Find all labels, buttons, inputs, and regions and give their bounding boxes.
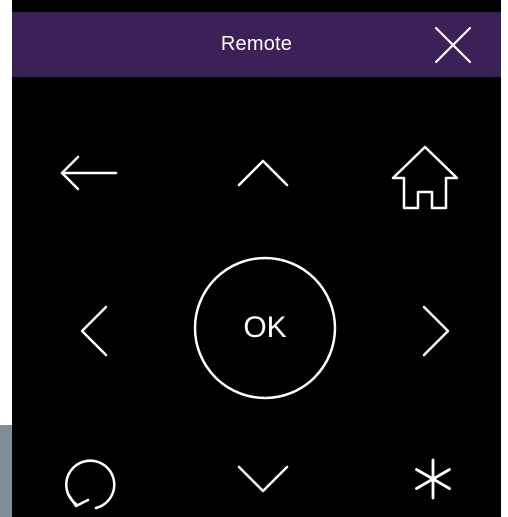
chevron-up-icon	[237, 159, 289, 187]
home-button[interactable]	[388, 140, 462, 212]
chevron-left-icon	[80, 305, 108, 357]
ok-label: OK	[243, 311, 287, 344]
chevron-right-icon	[422, 305, 450, 357]
options-button[interactable]	[410, 454, 456, 504]
close-button[interactable]	[430, 22, 476, 68]
replay-button[interactable]	[62, 448, 128, 510]
right-button[interactable]	[418, 302, 454, 360]
ok-button[interactable]: OK	[192, 255, 338, 401]
screen: Remote OK	[0, 0, 508, 517]
page-title: Remote	[220, 33, 293, 55]
down-button[interactable]	[234, 462, 292, 496]
replay-icon	[65, 459, 116, 510]
asterisk-icon	[415, 458, 451, 500]
back-arrow-icon	[60, 155, 118, 191]
header-bar: Remote	[12, 12, 501, 77]
background-edge	[0, 425, 12, 517]
close-icon	[434, 26, 472, 64]
back-button[interactable]	[56, 150, 120, 196]
home-icon	[391, 145, 459, 210]
up-button[interactable]	[234, 156, 292, 190]
left-button[interactable]	[76, 302, 112, 360]
chevron-down-icon	[237, 465, 289, 493]
remote-panel: Remote OK	[12, 0, 501, 517]
